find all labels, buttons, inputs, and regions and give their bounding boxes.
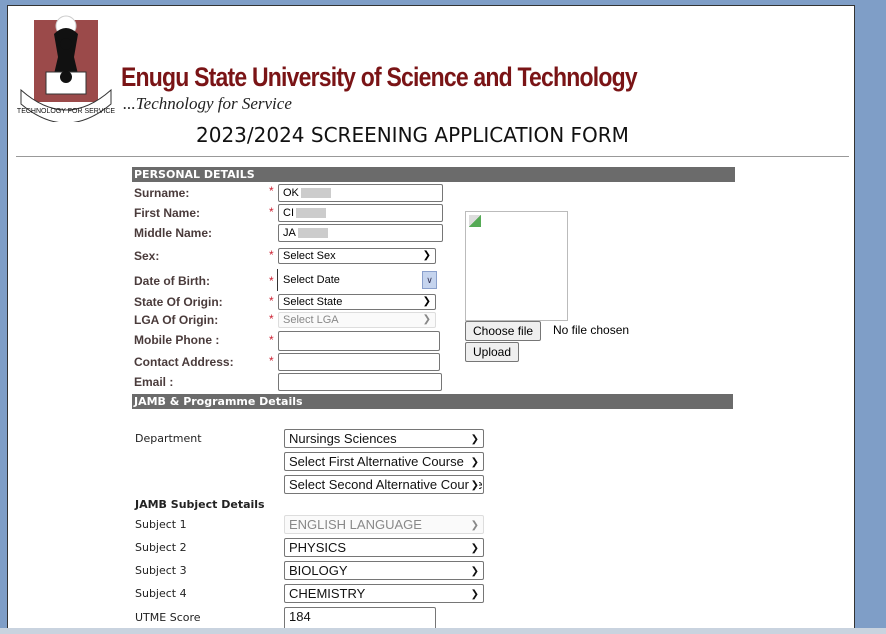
chevron-down-icon: ❯ <box>470 589 479 600</box>
sex-value: Select Sex <box>283 250 336 262</box>
page: TECHNOLOGY FOR SERVICE Enugu State Unive… <box>7 5 855 631</box>
middle-name-label: Middle Name: <box>134 226 213 240</box>
department-value: Nursings Sciences <box>289 431 397 446</box>
surname-input[interactable]: OK <box>278 184 443 202</box>
broken-image-icon <box>469 215 481 227</box>
state-select[interactable]: Select State ❯ <box>278 294 436 310</box>
surname-value: OK <box>283 187 299 199</box>
chevron-down-icon[interactable]: ∨ <box>422 271 437 289</box>
chevron-down-icon: ❯ <box>470 431 479 447</box>
dob-picker[interactable]: Select Date ∨ <box>277 269 437 291</box>
window-bottom-edge <box>0 628 886 634</box>
sex-select[interactable]: Select Sex ❯ <box>278 248 436 264</box>
middle-name-input[interactable]: JA <box>278 224 443 242</box>
subject-3-value: BIOLOGY <box>289 563 348 578</box>
redacted <box>296 208 326 219</box>
lga-value: Select LGA <box>283 314 339 326</box>
required-mark: * <box>269 248 274 262</box>
lga-select[interactable]: Select LGA ❯ <box>278 312 436 328</box>
chevron-down-icon: ❯ <box>422 296 431 307</box>
required-mark: * <box>269 354 274 368</box>
redacted <box>297 228 328 239</box>
required-mark: * <box>269 333 274 347</box>
upload-button[interactable]: Upload <box>465 342 520 362</box>
department-label: Department <box>135 432 202 445</box>
jamb-details-header: JAMB & Programme Details <box>132 394 733 409</box>
choose-file-button[interactable]: Choose file <box>465 321 542 341</box>
subject-2-value: PHYSICS <box>289 540 347 555</box>
subject-1-value: ENGLISH LANGUAGE <box>289 517 422 532</box>
jamb-subjects-title: JAMB Subject Details <box>135 498 265 511</box>
required-mark: * <box>269 205 274 219</box>
state-value: Select State <box>283 296 343 308</box>
address-label: Contact Address: <box>134 355 234 369</box>
subject-3-label: Subject 3 <box>135 564 187 577</box>
required-mark: * <box>269 184 274 198</box>
first-alternative-select[interactable]: Select First Alternative Course ❯ <box>284 452 484 471</box>
email-label: Email : <box>134 375 174 389</box>
lga-label: LGA Of Origin: <box>134 313 219 327</box>
address-input[interactable] <box>278 353 440 371</box>
svg-text:TECHNOLOGY FOR SERVICE: TECHNOLOGY FOR SERVICE <box>17 108 115 115</box>
subject-2-label: Subject 2 <box>135 541 187 554</box>
chevron-down-icon: ❯ <box>468 454 479 470</box>
subject-4-select[interactable]: CHEMISTRY ❯ <box>284 584 484 603</box>
chevron-down-icon: ❯ <box>470 566 479 577</box>
utme-score-label: UTME Score <box>135 611 201 624</box>
required-mark: * <box>269 312 274 326</box>
second-alternative-select[interactable]: Select Second Alternative Course ❯ <box>284 475 484 494</box>
first-name-label: First Name: <box>134 206 201 220</box>
subject-1-select[interactable]: ENGLISH LANGUAGE ❯ <box>284 515 484 534</box>
tagline: ...Technology for Service <box>123 94 292 113</box>
file-status: No file chosen <box>553 323 630 337</box>
sex-label: Sex: <box>134 249 160 263</box>
photo-preview <box>465 211 568 321</box>
first-name-value: CI <box>283 207 294 219</box>
required-mark: * <box>269 294 274 308</box>
required-mark: * <box>269 274 274 288</box>
divider <box>16 156 849 157</box>
surname-label: Surname: <box>134 186 190 200</box>
chevron-down-icon: ❯ <box>422 250 431 261</box>
first-name-input[interactable]: CI <box>278 204 443 222</box>
subject-4-value: CHEMISTRY <box>289 586 366 601</box>
personal-details-header: PERSONAL DETAILS <box>132 167 735 182</box>
subject-3-select[interactable]: BIOLOGY ❯ <box>284 561 484 580</box>
state-label: State Of Origin: <box>134 295 223 309</box>
subject-4-label: Subject 4 <box>135 587 187 600</box>
redacted <box>300 188 331 199</box>
university-logo: TECHNOLOGY FOR SERVICE <box>17 15 115 122</box>
form-title: 2023/2024 SCREENING APPLICATION FORM <box>196 123 629 147</box>
second-alternative-value: Select Second Alternative Course <box>289 477 483 492</box>
chevron-down-icon: ❯ <box>468 477 479 493</box>
phone-label: Mobile Phone : <box>134 333 220 347</box>
subject-2-select[interactable]: PHYSICS ❯ <box>284 538 484 557</box>
department-select[interactable]: Nursings Sciences ❯ <box>284 429 484 448</box>
dob-value: Select Date <box>283 274 340 286</box>
subject-1-label: Subject 1 <box>135 518 187 531</box>
university-name: Enugu State University of Science and Te… <box>121 62 638 92</box>
first-alternative-value: Select First Alternative Course <box>289 454 464 469</box>
chevron-down-icon: ❯ <box>470 543 479 554</box>
middle-name-value: JA <box>283 227 296 239</box>
phone-input[interactable] <box>278 331 440 351</box>
dob-label: Date of Birth: <box>134 274 210 288</box>
email-input[interactable] <box>278 373 442 391</box>
chevron-down-icon: ❯ <box>470 520 479 531</box>
chevron-down-icon: ❯ <box>422 314 431 325</box>
